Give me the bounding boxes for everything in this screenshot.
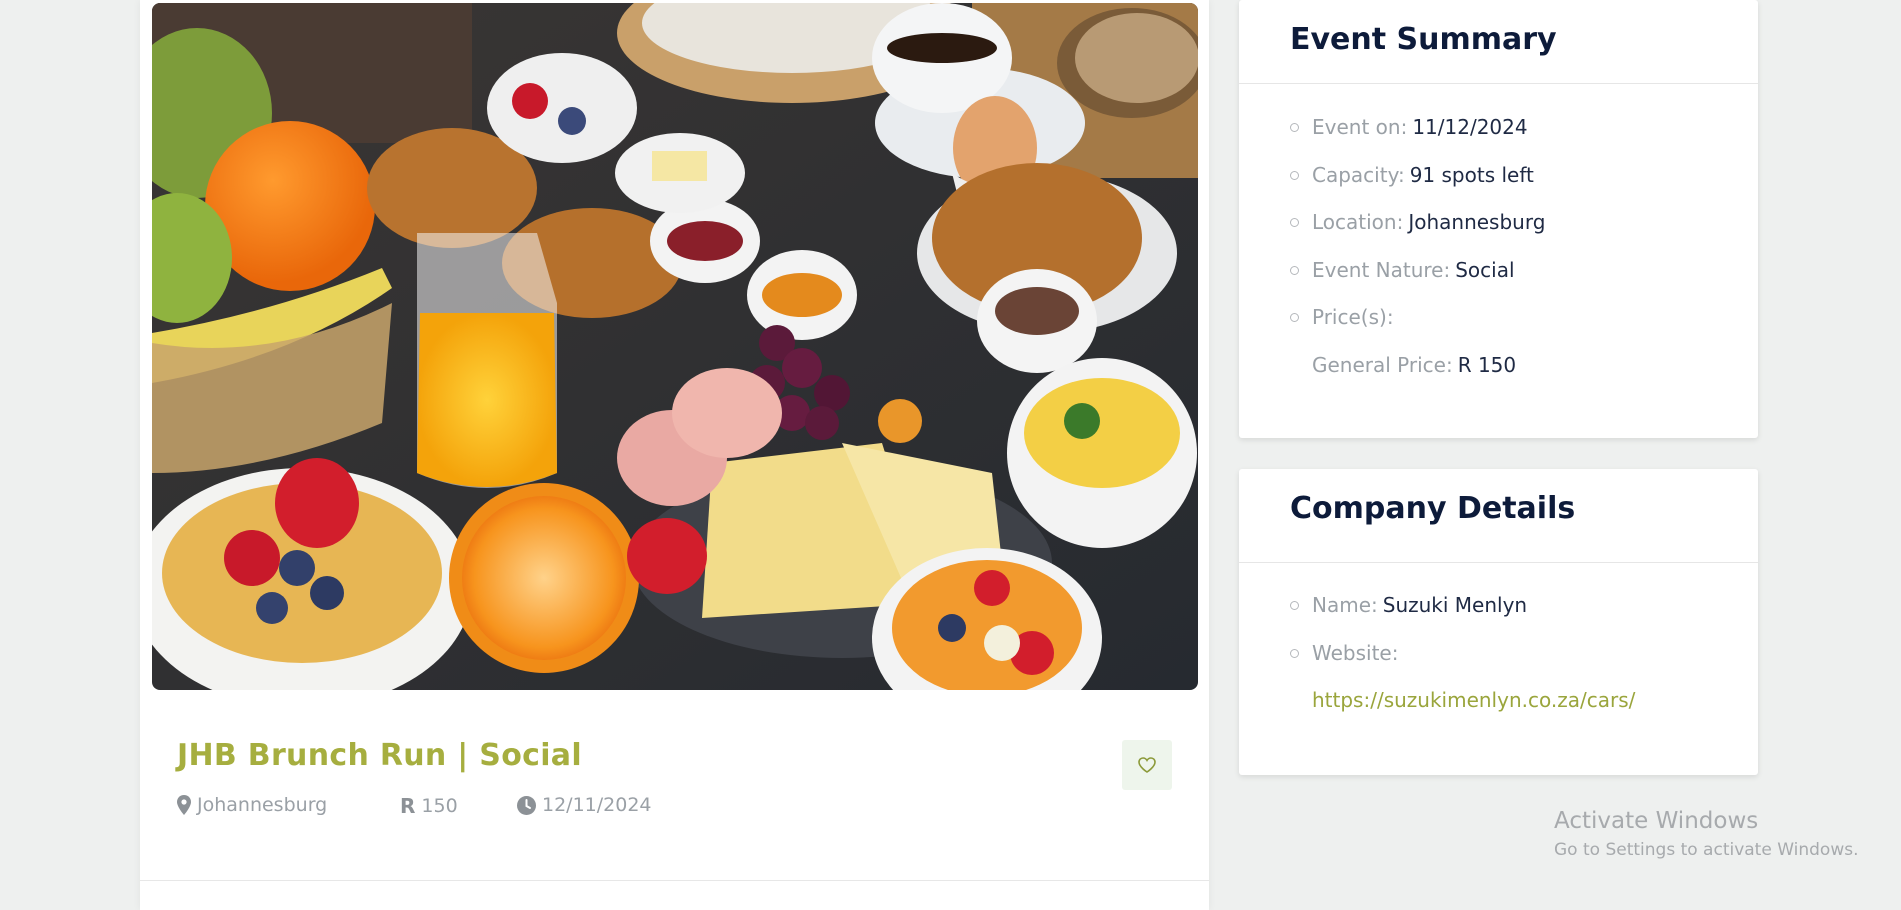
company-details-heading: Company Details bbox=[1290, 491, 1576, 526]
summary-item-capacity: Capacity: 91 spots left bbox=[1290, 163, 1534, 187]
company-website-row: https://suzukimenlyn.co.za/cars/ bbox=[1312, 688, 1635, 712]
bullet-icon bbox=[1290, 170, 1299, 180]
summary-general-price: General Price: R 150 bbox=[1312, 353, 1516, 377]
watermark-title: Activate Windows bbox=[1554, 808, 1759, 834]
event-location-text: Johannesburg bbox=[197, 794, 328, 816]
bullet-icon bbox=[1290, 312, 1299, 322]
clock-icon bbox=[517, 795, 536, 815]
event-card: JHB Brunch Run | Social Johannesburg R 1… bbox=[140, 0, 1209, 910]
summary-item-event-nature: Event Nature: Social bbox=[1290, 258, 1515, 282]
event-summary-heading: Event Summary bbox=[1290, 22, 1557, 57]
summary-item-event-on: Event on: 11/12/2024 bbox=[1290, 115, 1528, 139]
summary-item-prices: Price(s): bbox=[1290, 305, 1394, 329]
rand-symbol: R bbox=[400, 794, 416, 818]
value: 91 spots left bbox=[1409, 163, 1534, 187]
company-details-card: Company Details Name: Suzuki Menlyn Webs… bbox=[1239, 469, 1758, 775]
value: R 150 bbox=[1457, 353, 1517, 377]
divider bbox=[1239, 83, 1758, 84]
value: 11/12/2024 bbox=[1412, 115, 1528, 139]
value: Johannesburg bbox=[1408, 210, 1546, 234]
map-pin-icon bbox=[177, 795, 191, 815]
favorite-button[interactable] bbox=[1122, 740, 1172, 790]
label: Event on: bbox=[1312, 115, 1408, 139]
value: Social bbox=[1455, 258, 1515, 282]
divider bbox=[1239, 562, 1758, 563]
value: Suzuki Menlyn bbox=[1382, 593, 1528, 617]
watermark-subtitle: Go to Settings to activate Windows. bbox=[1554, 840, 1859, 860]
company-website-link[interactable]: https://suzukimenlyn.co.za/cars/ bbox=[1312, 688, 1635, 712]
company-item-website: Website: bbox=[1290, 641, 1398, 665]
event-title[interactable]: JHB Brunch Run | Social bbox=[177, 738, 582, 773]
event-price: R 150 bbox=[400, 794, 458, 818]
label: General Price: bbox=[1312, 353, 1453, 377]
bullet-icon bbox=[1290, 265, 1299, 275]
label: Name: bbox=[1312, 593, 1378, 617]
label: Event Nature: bbox=[1312, 258, 1451, 282]
company-item-name: Name: Suzuki Menlyn bbox=[1290, 593, 1527, 617]
event-date: 12/11/2024 bbox=[517, 794, 652, 816]
event-summary-card: Event Summary Event on: 11/12/2024 Capac… bbox=[1239, 0, 1758, 438]
event-price-text: 150 bbox=[421, 795, 458, 817]
bullet-icon bbox=[1290, 600, 1299, 610]
event-location: Johannesburg bbox=[177, 794, 327, 816]
windows-activation-watermark: Activate Windows Go to Settings to activ… bbox=[1554, 808, 1859, 860]
label: Website: bbox=[1312, 641, 1399, 665]
bullet-icon bbox=[1290, 648, 1299, 658]
summary-item-location: Location: Johannesburg bbox=[1290, 210, 1545, 234]
event-date-text: 12/11/2024 bbox=[542, 794, 652, 816]
label: Location: bbox=[1312, 210, 1404, 234]
bullet-icon bbox=[1290, 217, 1299, 227]
label: Price(s): bbox=[1312, 305, 1394, 329]
heart-icon bbox=[1138, 757, 1156, 773]
label: Capacity: bbox=[1312, 163, 1405, 187]
bullet-icon bbox=[1290, 122, 1299, 132]
card-divider bbox=[140, 880, 1209, 881]
event-image bbox=[152, 3, 1198, 690]
